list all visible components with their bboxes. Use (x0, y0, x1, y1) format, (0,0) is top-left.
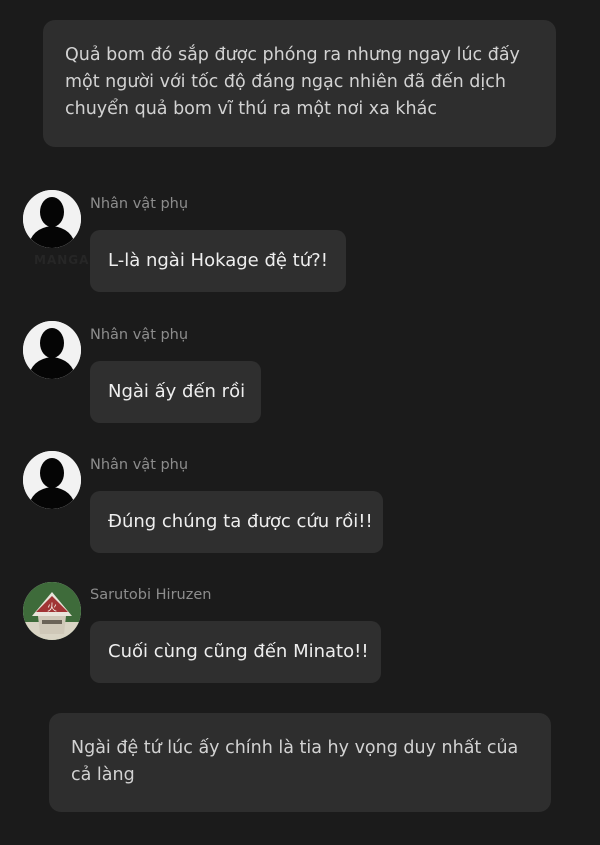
narration-box-top: Quả bom đó sắp được phóng ra nhưng ngay … (43, 20, 556, 147)
sender-name: Nhân vật phụ (90, 327, 189, 343)
sender-name: Nhân vật phụ (90, 196, 189, 212)
chat-bubble: Đúng chúng ta được cứu rồi!! (90, 491, 383, 553)
svg-text:火: 火 (47, 602, 57, 614)
silhouette-avatar-icon[interactable] (23, 321, 81, 379)
silhouette-avatar-icon[interactable] (23, 190, 81, 248)
chat-bubble: Ngài ấy đến rồi (90, 361, 261, 423)
sender-name: Nhân vật phụ (90, 457, 189, 473)
narration-box-bottom: Ngài đệ tứ lúc ấy chính là tia hy vọng d… (49, 713, 551, 812)
silhouette-avatar-icon[interactable] (23, 451, 81, 509)
chat-bubble: L-là ngài Hokage đệ tứ?! (90, 230, 346, 292)
sender-name: Sarutobi Hiruzen (90, 587, 212, 603)
chat-bubble: Cuối cùng cũng đến Minato!! (90, 621, 381, 683)
hokage-hat-avatar-icon[interactable]: 火 (23, 582, 81, 640)
